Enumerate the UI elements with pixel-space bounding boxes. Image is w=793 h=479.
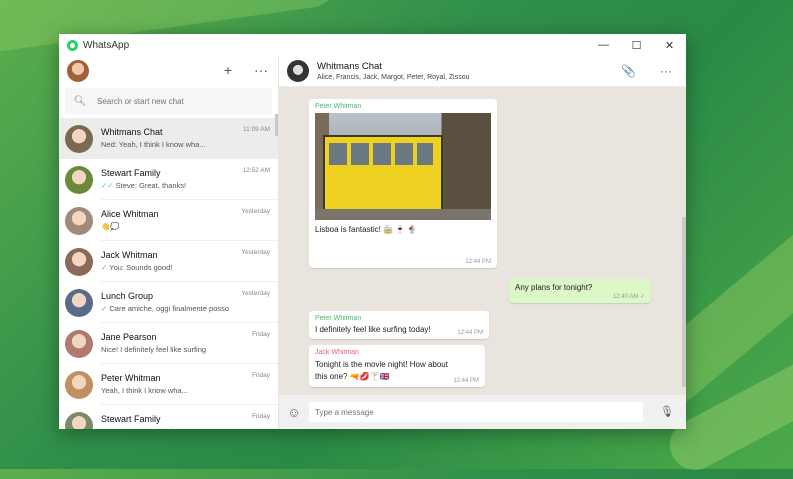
message-time: 12:44 PM: [453, 378, 479, 384]
conversation-panel: Whitmans Chat Alice, Francis, Jack, Marg…: [279, 56, 686, 429]
message-text: Lisboa is fantastic! 🚋 🍷 🍨: [315, 225, 418, 234]
chat-list-item[interactable]: Alice Whitman 👋💭 Yesterday: [59, 200, 278, 241]
message-area: Peter Whitman Lisboa is fantastic! 🚋 🍷 🍨…: [279, 87, 686, 395]
close-button[interactable]: ✕: [653, 34, 686, 56]
chat-time: Yesterday: [241, 290, 270, 297]
chat-preview-text: Steve: Great, thanks!: [109, 427, 179, 429]
emoji-icon[interactable]: ☺: [279, 405, 309, 420]
sidebar-scrollbar[interactable]: [275, 114, 278, 136]
message-text: Tonight is the movie night! How about th…: [315, 360, 448, 381]
message-time: 12:44 PM: [465, 259, 491, 265]
chat-preview: ✓ You: Sounds good!: [101, 263, 251, 272]
message-bubble[interactable]: Jack Whitman Tonight is the movie night!…: [309, 345, 485, 387]
message-bubble[interactable]: Peter Whitman Lisboa is fantastic! 🚋 🍷 🍨…: [309, 99, 497, 268]
microphone-icon[interactable]: 🎙: [660, 405, 674, 418]
chat-list-item[interactable]: Stewart Family✓ Steve: Great, thanks!Fri…: [59, 405, 278, 429]
chat-preview: Ned: Yeah, I think I know wha...: [101, 140, 251, 149]
chat-preview-text: Nice! I definitely feel like surfing: [101, 345, 207, 354]
message-text: Any plans for tonight?: [515, 283, 593, 292]
chat-preview-text: Yeah, I think I know wha...: [101, 386, 188, 395]
group-avatar[interactable]: [287, 60, 309, 82]
whatsapp-logo-icon: [67, 39, 78, 51]
chat-preview-text: Ned: Yeah, I think I know wha...: [101, 140, 206, 149]
chat-members: Alice, Francis, Jack, Margot, Peter, Roy…: [317, 74, 470, 81]
message-sender: Jack Whitman: [315, 349, 359, 356]
attach-icon[interactable]: 📎: [621, 64, 636, 78]
minimize-button[interactable]: —: [587, 34, 620, 56]
chat-list-item[interactable]: Jane Pearson Nice! I definitely feel lik…: [59, 323, 278, 364]
read-receipt-icon: ✓: [101, 304, 108, 313]
chat-avatar: [65, 370, 93, 399]
read-receipt-icon: ✓: [101, 427, 107, 429]
chat-avatar: [65, 329, 93, 358]
my-avatar[interactable]: [67, 60, 89, 82]
chat-preview-text: Care amiche, oggi finalmente posso: [109, 304, 230, 313]
whatsapp-window: WhatsApp — ☐ ✕ + ··· 🔍︎ Whitmans Chat Ne…: [59, 34, 686, 429]
message-bubble[interactable]: Peter Whitman I definitely feel like sur…: [309, 311, 489, 339]
chat-title: Whitmans Chat: [317, 61, 382, 72]
chat-preview: ✓✓ Steve: Great, thanks!: [101, 181, 251, 190]
chat-time: 12:52 AM: [242, 167, 270, 174]
messages-scrollbar[interactable]: [682, 217, 686, 387]
sidebar-header: + ···: [59, 56, 278, 86]
chat-preview: 👋💭: [101, 222, 251, 231]
chat-time: Friday: [251, 413, 270, 420]
chat-avatar: [65, 288, 93, 317]
chat-list-item[interactable]: Whitmans Chat Ned: Yeah, I think I know …: [59, 118, 278, 159]
tram-photo[interactable]: [315, 113, 491, 220]
message-time: 12:40 AM ✓: [612, 294, 645, 300]
chat-preview: ✓ Steve: Great, thanks!: [101, 427, 251, 429]
composer: ☺ 🎙: [279, 395, 686, 429]
maximize-button[interactable]: ☐: [620, 34, 653, 56]
chat-avatar: [65, 124, 93, 153]
conversation-header[interactable]: Whitmans Chat Alice, Francis, Jack, Marg…: [279, 56, 686, 87]
chat-list-item[interactable]: Stewart Family ✓✓ Steve: Great, thanks! 12…: [59, 159, 278, 200]
chat-preview-text: You: Sounds good!: [109, 263, 173, 272]
search-input[interactable]: [95, 95, 249, 107]
chat-preview: Nice! I definitely feel like surfing: [101, 345, 251, 354]
sidebar: + ··· 🔍︎ Whitmans Chat Ned: Yeah, I thin…: [59, 56, 279, 429]
chat-time: Friday: [251, 331, 270, 338]
chat-avatar: [65, 411, 93, 429]
chat-list: Whitmans Chat Ned: Yeah, I think I know …: [59, 118, 278, 429]
new-chat-icon[interactable]: +: [224, 62, 232, 78]
chat-list-item[interactable]: Jack Whitman ✓ You: Sounds good! Yesterday: [59, 241, 278, 282]
message-sender: Peter Whitman: [315, 315, 362, 322]
outgoing-message-bubble[interactable]: Any plans for tonight? 12:40 AM ✓: [509, 279, 651, 303]
chat-preview: ✓ Care amiche, oggi finalmente posso: [101, 304, 251, 313]
search-icon: 🔍︎: [73, 95, 87, 107]
chat-avatar: [65, 206, 93, 235]
message-sender: Peter Whitman: [315, 103, 362, 110]
chat-time: 11:09 AM: [243, 126, 270, 133]
search-box: 🔍︎: [65, 88, 272, 114]
menu-icon[interactable]: ···: [660, 64, 672, 78]
chat-preview-text: Steve: Great, thanks!: [115, 181, 187, 190]
chat-preview: Yeah, I think I know wha...: [101, 386, 251, 395]
chat-list-item[interactable]: Peter Whitman Yeah, I think I know wha..…: [59, 364, 278, 405]
chat-time: Yesterday: [241, 208, 270, 215]
chat-time: Friday: [251, 372, 270, 379]
chat-list-item[interactable]: Lunch Group ✓ Care amiche, oggi finalment…: [59, 282, 278, 323]
message-time: 12:44 PM: [457, 330, 483, 336]
chat-avatar: [65, 165, 93, 194]
window-title: WhatsApp: [83, 39, 130, 51]
chat-time: Yesterday: [241, 249, 270, 256]
message-input[interactable]: [309, 402, 643, 422]
read-receipt-icon: ✓: [101, 263, 108, 272]
menu-icon[interactable]: ···: [254, 62, 268, 78]
title-bar: WhatsApp — ☐ ✕: [59, 34, 686, 56]
read-receipt-icon: ✓✓: [101, 181, 114, 190]
chat-preview-text: 👋💭: [101, 222, 120, 231]
chat-avatar: [65, 247, 93, 276]
